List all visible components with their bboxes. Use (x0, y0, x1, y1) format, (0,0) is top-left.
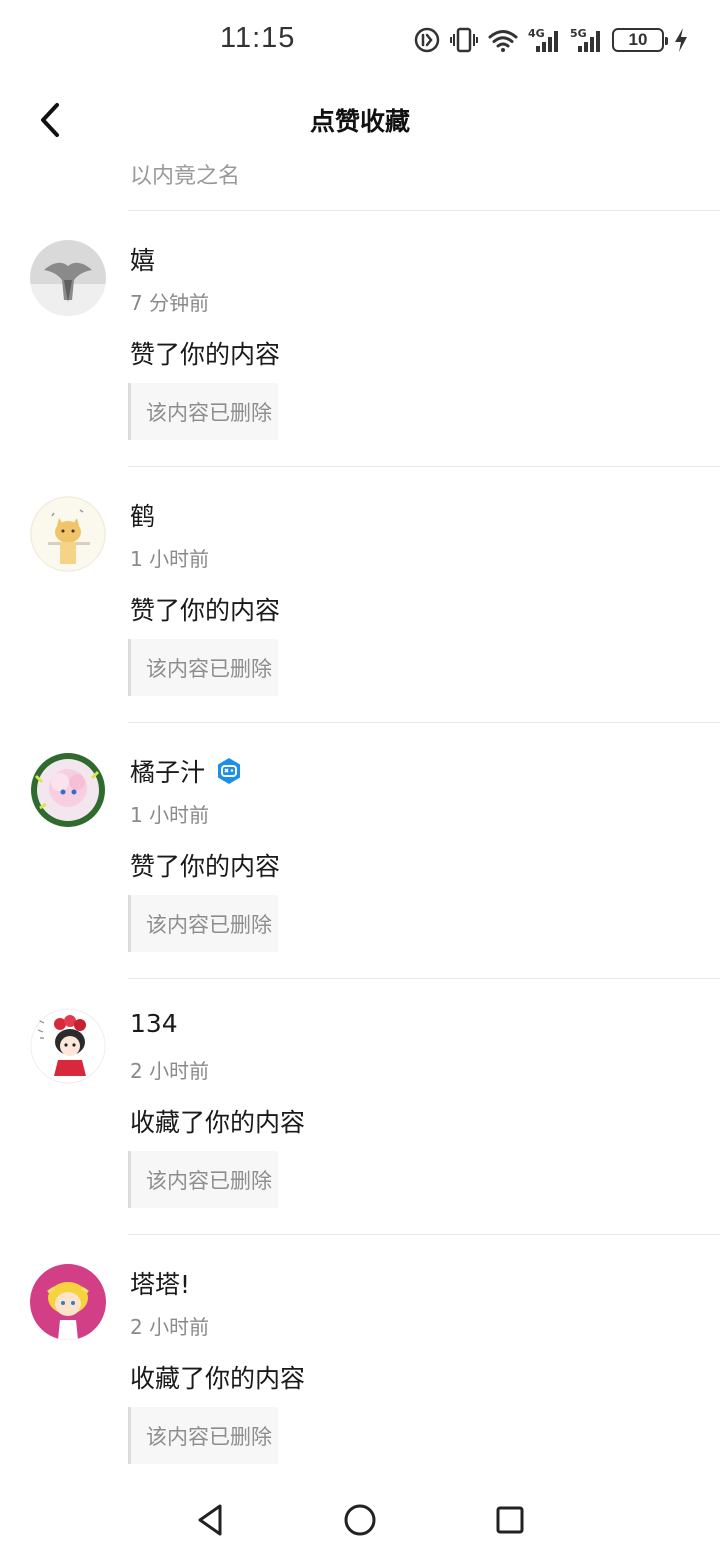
signal-5g-icon: 5G (570, 27, 600, 52)
action-text: 赞了你的内容 (130, 596, 281, 625)
signal-4g-icon: 4G (528, 27, 558, 52)
user-line: 嬉 (130, 241, 155, 277)
wifi-icon (488, 30, 518, 52)
list-item[interactable]: 嬉 7 分钟前 赞了你的内容 该内容已删除 (0, 211, 720, 467)
action-text: 收藏了你的内容 (130, 1364, 306, 1393)
system-nav-bar (0, 1480, 720, 1559)
nav-home-button[interactable] (340, 1500, 380, 1540)
partial-item-text: 以内竟之名 (130, 164, 241, 189)
signal-5g-label: 5G (570, 27, 587, 40)
quoted-content[interactable]: 该内容已删除 (128, 1407, 278, 1464)
user-line: 134 (130, 1009, 178, 1038)
page-header: 点赞收藏 (0, 80, 720, 160)
username[interactable]: 嬉 (130, 241, 155, 277)
verified-badge-icon (218, 758, 241, 784)
timestamp: 1 小时前 (130, 803, 210, 827)
avatar[interactable] (30, 1264, 106, 1340)
back-triangle-icon (198, 1504, 222, 1536)
avatar[interactable] (30, 1008, 106, 1084)
quoted-content[interactable]: 该内容已删除 (128, 383, 278, 440)
nav-recents-button[interactable] (490, 1500, 530, 1540)
cat-avatar-image (30, 496, 106, 572)
username[interactable]: 塔塔! (130, 1265, 190, 1301)
pink-avatar-image (30, 1264, 106, 1340)
avatar[interactable] (30, 752, 106, 828)
charging-icon (675, 28, 687, 52)
timestamp: 2 小时前 (130, 1315, 210, 1339)
quoted-content[interactable]: 该内容已删除 (128, 895, 278, 952)
wreath-avatar-image (31, 753, 105, 827)
status-bar: 11:15 4G 5G 10 (0, 0, 720, 80)
action-text: 收藏了你的内容 (130, 1108, 306, 1137)
battery-icon: 10 (612, 28, 668, 52)
home-circle-icon (344, 1504, 376, 1536)
avatar[interactable] (30, 496, 106, 572)
username[interactable]: 鹤 (130, 497, 155, 533)
notification-icon (414, 27, 440, 53)
signal-4g-label: 4G (528, 27, 545, 40)
recents-square-icon (496, 1506, 524, 1534)
username[interactable]: 橘子汁 (130, 753, 205, 789)
status-time: 11:15 (220, 22, 296, 54)
status-icons: 4G 5G 10 (414, 24, 688, 56)
battery-level: 10 (628, 30, 648, 49)
user-line: 塔塔! (130, 1265, 190, 1301)
action-text: 赞了你的内容 (130, 852, 281, 881)
vibrate-icon (450, 27, 478, 53)
page-title: 点赞收藏 (309, 107, 410, 136)
avatar[interactable] (30, 240, 106, 316)
quoted-content[interactable]: 该内容已删除 (128, 1151, 278, 1208)
timestamp: 2 小时前 (130, 1059, 210, 1083)
girl-avatar-image (30, 1008, 106, 1084)
timestamp: 7 分钟前 (130, 291, 210, 315)
list-item[interactable]: 塔塔! 2 小时前 收藏了你的内容 该内容已删除 (0, 1235, 720, 1480)
action-text: 赞了你的内容 (130, 340, 281, 369)
gray-avatar-image (30, 240, 106, 316)
quoted-content[interactable]: 该内容已删除 (128, 639, 278, 696)
username[interactable]: 134 (130, 1009, 178, 1038)
list-item[interactable]: 134 2 小时前 收藏了你的内容 该内容已删除 (0, 979, 720, 1235)
timestamp: 1 小时前 (130, 547, 210, 571)
notification-list[interactable]: 以内竟之名 嬉 7 分钟前 赞了你的内容 该内容已删除 鹤 1 小时前 赞了你的… (0, 150, 720, 1480)
user-line: 橘子汁 (130, 753, 243, 789)
nav-back-button[interactable] (190, 1500, 230, 1540)
list-item-partial[interactable]: 以内竟之名 (0, 150, 720, 211)
list-item[interactable]: 橘子汁 1 小时前 赞了你的内容 该内容已删除 (0, 723, 720, 979)
list-item[interactable]: 鹤 1 小时前 赞了你的内容 该内容已删除 (0, 467, 720, 723)
user-line: 鹤 (130, 497, 155, 533)
